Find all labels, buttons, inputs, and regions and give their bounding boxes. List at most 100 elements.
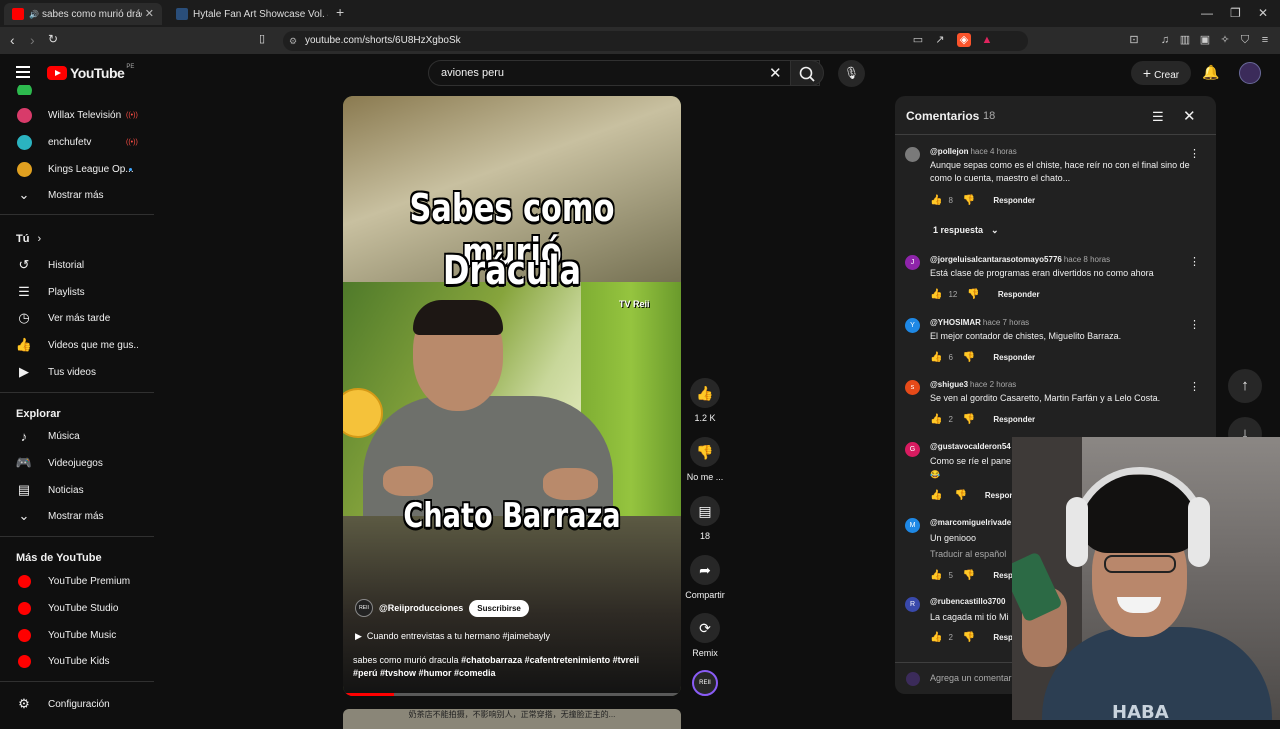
sidebar-item-youtube-premium[interactable]: YouTube Premium: [0, 568, 154, 594]
sort-comments-icon[interactable]: ☰: [1152, 109, 1164, 125]
create-button[interactable]: + Crear: [1131, 61, 1191, 85]
commenter-avatar[interactable]: G: [905, 442, 920, 457]
cast-icon[interactable]: ▭: [911, 33, 925, 47]
video-progress-bar[interactable]: [343, 693, 681, 696]
commenter-avatar[interactable]: Y: [905, 318, 920, 333]
bookmark-icon[interactable]: ▯: [259, 32, 265, 45]
menu-icon[interactable]: ≡: [1258, 33, 1272, 47]
like-button[interactable]: 👍 1.2 K: [686, 378, 724, 423]
comments-button[interactable]: ▤ 18: [686, 496, 724, 541]
sidebar-item-gaming[interactable]: 🎮 Videojuegos: [0, 450, 154, 476]
sidebar-item-settings[interactable]: ⚙ Configuración: [0, 691, 154, 717]
channel-name[interactable]: @Reiiproducciones: [379, 603, 463, 613]
thumbs-up-icon[interactable]: 👍: [930, 414, 942, 425]
share-button[interactable]: ➦ Compartir: [680, 555, 730, 600]
minimize-icon[interactable]: —: [1201, 6, 1213, 20]
youtube-logo[interactable]: YouTube PE: [47, 64, 134, 81]
search-input[interactable]: aviones peru: [441, 67, 504, 79]
commenter-avatar[interactable]: R: [905, 597, 920, 612]
thumbs-up-icon[interactable]: 👍: [930, 632, 942, 643]
hamburger-menu-icon[interactable]: [16, 66, 30, 78]
linked-video[interactable]: ▶ Cuando entrevistas a tu hermano #jaimeb…: [355, 631, 550, 642]
sound-button[interactable]: REII: [686, 670, 724, 696]
thumbs-down-icon[interactable]: 👎: [967, 289, 979, 300]
short-video-player[interactable]: Sabes como murió Drácula TV Reii Chato B…: [343, 96, 681, 696]
commenter-avatar[interactable]: J: [905, 255, 920, 270]
commenter-handle[interactable]: @rubencastillo3700: [930, 597, 1005, 606]
commenter-avatar[interactable]: M: [905, 518, 920, 533]
thumbs-up-icon[interactable]: 👍: [930, 289, 942, 300]
thumbs-up-icon[interactable]: 👍: [930, 195, 942, 206]
sidebar-item-news[interactable]: ▤ Noticias: [0, 477, 154, 503]
thumbs-down-icon[interactable]: 👎: [963, 352, 975, 363]
wallet-icon[interactable]: ▣: [1198, 33, 1212, 47]
reply-button[interactable]: Responder: [993, 353, 1035, 362]
browser-tab-active[interactable]: 🔊 sabes como murió drácula #... ✕: [4, 3, 162, 25]
commenter-handle[interactable]: @YHOSIMAR: [930, 318, 981, 327]
previous-short-button[interactable]: ↑: [1228, 369, 1262, 403]
sidebar-item-youtube-studio[interactable]: YouTube Studio: [0, 595, 154, 621]
sidebar-item-history[interactable]: ↺ Historial: [0, 252, 154, 278]
brave-shield-icon[interactable]: ◈: [957, 33, 971, 47]
thumbs-down-icon[interactable]: 👎: [963, 632, 975, 643]
sidebar-item-subscription[interactable]: enchufetv ((•)): [0, 129, 154, 155]
back-icon[interactable]: ‹: [10, 32, 15, 48]
next-short-preview[interactable]: 奶茶店不能拍摄，不影响别人，正常穿搭，无撞脸正主的...: [343, 709, 681, 729]
commenter-handle[interactable]: @pollejon: [930, 147, 968, 156]
remix-button[interactable]: ⟳ Remix: [686, 613, 724, 658]
commenter-handle[interactable]: @gustavocalderon54: [930, 442, 1011, 451]
thumbs-up-icon[interactable]: 👍: [930, 490, 942, 501]
browser-tab[interactable]: Hytale Fan Art Showcase Vol. 4 – Hyt: [168, 3, 328, 25]
reload-icon[interactable]: ↻: [48, 32, 58, 46]
commenter-avatar[interactable]: s: [905, 380, 920, 395]
sidebar-item-playlists[interactable]: ☰ Playlists: [0, 279, 154, 305]
sidebar-item-liked-videos[interactable]: 👍 Videos que me gus...: [0, 332, 154, 358]
commenter-handle[interactable]: @shigue3: [930, 380, 968, 389]
rewards-icon[interactable]: ▲: [980, 33, 994, 47]
thumbs-down-icon[interactable]: 👎: [954, 490, 966, 501]
close-tab-icon[interactable]: ✕: [145, 7, 154, 20]
search-button[interactable]: [790, 60, 824, 86]
sidebar-item-subscription[interactable]: Kings League Op...: [0, 156, 154, 182]
sidebar-item-your-videos[interactable]: ▶ Tus videos: [0, 359, 154, 385]
dislike-button[interactable]: 👎 No me ...: [686, 437, 724, 482]
commenter-handle[interactable]: @marcomiguelrivade: [930, 518, 1011, 527]
sidebar-item-watch-later[interactable]: ◷ Ver más tarde: [0, 305, 154, 331]
sidebar-item-music[interactable]: ♪ Música: [0, 423, 154, 449]
close-window-icon[interactable]: ✕: [1258, 6, 1268, 20]
show-more-explore[interactable]: ⌄ Mostrar más: [0, 503, 154, 529]
thumbs-up-icon[interactable]: 👍: [930, 570, 942, 581]
sidebar-item-partial[interactable]: [0, 85, 154, 95]
voice-search-button[interactable]: 🎙: [838, 60, 865, 87]
sidebar-item-youtube-music[interactable]: YouTube Music: [0, 622, 154, 648]
subscribe-button[interactable]: Suscribirse: [469, 599, 529, 617]
leo-ai-icon[interactable]: ✧: [1218, 33, 1232, 47]
more-options-icon[interactable]: ⋮: [1189, 318, 1200, 331]
sidebar-toggle-icon[interactable]: ▥: [1178, 33, 1192, 47]
site-info-icon[interactable]: ⚙: [289, 31, 297, 51]
reply-button[interactable]: Responder: [998, 290, 1040, 299]
thumbs-up-icon[interactable]: 👍: [930, 352, 942, 363]
more-options-icon[interactable]: ⋮: [1189, 380, 1200, 393]
translate-link[interactable]: Traducir al español: [930, 549, 1006, 559]
thumbs-down-icon[interactable]: 👎: [963, 414, 975, 425]
maximize-icon[interactable]: ❐: [1230, 6, 1241, 20]
thumbs-down-icon[interactable]: 👎: [963, 570, 975, 581]
reply-button[interactable]: Responder: [993, 415, 1035, 424]
sidebar-item-subscription[interactable]: Willax Televisión ((•)): [0, 102, 154, 128]
notifications-bell-icon[interactable]: 🔔: [1202, 64, 1219, 81]
show-more-subscriptions[interactable]: ⌄ Mostrar más: [0, 182, 154, 208]
more-options-icon[interactable]: ⋮: [1189, 147, 1200, 160]
more-options-icon[interactable]: ⋮: [1189, 255, 1200, 268]
add-comment-input[interactable]: Agrega un comentar: [930, 673, 1012, 683]
search-box[interactable]: aviones peru ✕: [428, 60, 820, 86]
you-section-heading[interactable]: Tú ›: [16, 233, 41, 245]
forward-icon[interactable]: ›: [30, 32, 35, 48]
music-note-icon[interactable]: ♫: [1158, 33, 1172, 47]
sidebar-item-youtube-kids[interactable]: YouTube Kids: [0, 648, 154, 674]
screenshot-icon[interactable]: ⊡: [1127, 33, 1141, 47]
reply-button[interactable]: Responder: [993, 196, 1035, 205]
commenter-handle[interactable]: @jorgeluisalcantarasotomayo5776: [930, 255, 1062, 264]
account-avatar[interactable]: [1239, 62, 1261, 84]
commenter-avatar[interactable]: [905, 147, 920, 162]
